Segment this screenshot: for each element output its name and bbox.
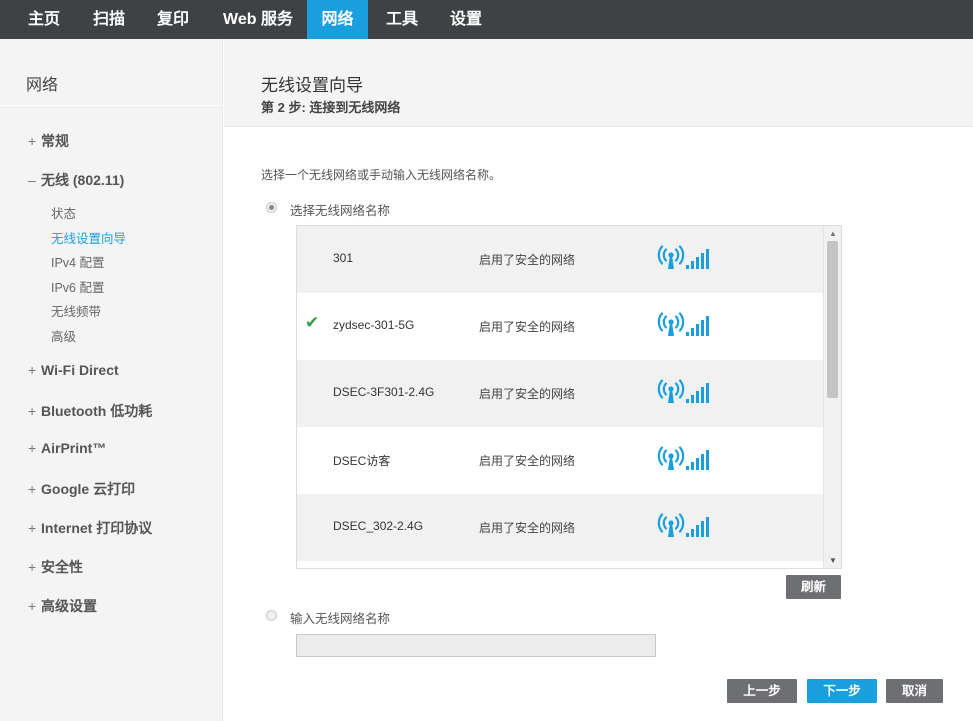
select-network-label: 选择无线网络名称	[290, 204, 391, 218]
expand-icon: +	[28, 403, 37, 419]
sidebar-item-label: Bluetooth 低功耗	[41, 403, 153, 419]
sidebar-subitem-ipv6[interactable]: IPv6 配置	[51, 277, 105, 296]
network-row[interactable]: DSEC访客 启用了安全的网络	[297, 427, 824, 494]
wifi-signal-icon	[657, 379, 709, 403]
expand-icon: +	[28, 520, 37, 536]
wifi-signal-icon	[657, 245, 709, 269]
tab-scan[interactable]: 扫描	[79, 0, 139, 39]
network-row[interactable]: DSEC-3F301-2.4G 启用了安全的网络	[297, 360, 824, 427]
wizard-header: 无线设置向导 第 2 步: 连接到无线网络	[224, 39, 973, 127]
check-icon: ✔	[305, 313, 320, 332]
expand-icon: +	[28, 598, 37, 614]
scroll-up-icon[interactable]: ▲	[829, 229, 837, 238]
sidebar-item-label: 常规	[41, 133, 69, 149]
expand-icon: +	[28, 133, 37, 149]
cancel-button[interactable]: 取消	[886, 679, 943, 703]
network-security: 启用了安全的网络	[479, 454, 576, 468]
network-name-input[interactable]	[296, 634, 656, 657]
sidebar-item-security[interactable]: + 安全性	[28, 557, 83, 577]
top-navigation-bar: 主页 扫描 复印 Web 服务 网络 工具 设置	[0, 0, 973, 39]
sidebar-item-label: 无线 (802.11)	[41, 172, 125, 188]
sidebar: 网络 + 常规 – 无线 (802.11) 状态 无线设置向导 IPv4 配置 IP…	[0, 39, 223, 721]
sidebar-subitem-wireless-band[interactable]: 无线频带	[51, 301, 101, 320]
network-security: 启用了安全的网络	[479, 521, 576, 535]
sidebar-item-wifi-direct[interactable]: + Wi-Fi Direct	[28, 362, 119, 378]
network-name: zydsec-301-5G	[333, 318, 415, 332]
network-security: 启用了安全的网络	[479, 387, 576, 401]
sidebar-divider	[0, 105, 223, 106]
sidebar-subitem-ipv4[interactable]: IPv4 配置	[51, 252, 105, 271]
sidebar-item-advanced-settings[interactable]: + 高级设置	[28, 596, 97, 616]
wizard-step-title: 第 2 步: 连接到无线网络	[261, 100, 401, 115]
sidebar-item-internet-printing[interactable]: + Internet 打印协议	[28, 518, 152, 538]
wifi-signal-icon	[657, 446, 709, 470]
network-list-scrollbar[interactable]: ▲ ▼	[823, 226, 841, 568]
refresh-button[interactable]: 刷新	[786, 575, 841, 599]
sidebar-item-label: 安全性	[41, 559, 83, 575]
tab-home[interactable]: 主页	[14, 0, 74, 39]
network-security: 启用了安全的网络	[479, 320, 576, 334]
sidebar-item-bluetooth[interactable]: + Bluetooth 低功耗	[28, 401, 152, 421]
wifi-signal-icon	[657, 312, 709, 336]
tab-network[interactable]: 网络	[307, 0, 368, 39]
sidebar-item-label: Internet 打印协议	[41, 520, 153, 536]
sidebar-item-label: Google 云打印	[41, 481, 136, 497]
sidebar-item-label: Wi-Fi Direct	[41, 362, 119, 378]
back-button[interactable]: 上一步	[727, 679, 797, 703]
tab-settings[interactable]: 设置	[436, 0, 496, 39]
network-name: 301	[333, 251, 354, 265]
expand-icon: +	[28, 559, 37, 575]
sidebar-subitem-status[interactable]: 状态	[51, 203, 76, 222]
sidebar-item-airprint[interactable]: + AirPrint™	[28, 440, 106, 456]
sidebar-item-label: AirPrint™	[41, 440, 107, 456]
sidebar-subitem-wireless-wizard[interactable]: 无线设置向导	[51, 228, 126, 247]
sidebar-subitem-advanced[interactable]: 高级	[51, 326, 76, 345]
network-row-selected[interactable]: ✔ zydsec-301-5G 启用了安全的网络	[297, 293, 824, 360]
sidebar-item-general[interactable]: + 常规	[28, 131, 69, 151]
network-name: DSEC-3F301-2.4G	[333, 385, 435, 399]
wifi-signal-icon	[657, 513, 709, 537]
manual-network-label: 输入无线网络名称	[290, 612, 391, 626]
network-name: DSEC访客	[333, 454, 391, 468]
instruction-text: 选择一个无线网络或手动输入无线网络名称。	[261, 168, 502, 182]
sidebar-item-wireless[interactable]: – 无线 (802.11)	[28, 170, 124, 190]
tab-tools[interactable]: 工具	[372, 0, 432, 39]
network-row[interactable]: DSEC_302-2.4G 启用了安全的网络	[297, 494, 824, 561]
sidebar-item-google-cloud-print[interactable]: + Google 云打印	[28, 479, 135, 499]
tab-web-services[interactable]: Web 服务	[212, 0, 304, 39]
expand-icon: +	[28, 440, 37, 456]
collapse-icon: –	[28, 172, 36, 188]
tab-copy[interactable]: 复印	[143, 0, 203, 39]
expand-icon: +	[28, 362, 37, 378]
network-security: 启用了安全的网络	[479, 253, 576, 267]
sidebar-title: 网络	[26, 77, 59, 94]
page-title: 无线设置向导	[261, 76, 363, 95]
expand-icon: +	[28, 481, 37, 497]
main-content: 无线设置向导 第 2 步: 连接到无线网络 选择一个无线网络或手动输入无线网络名…	[224, 39, 973, 721]
network-row[interactable]: 301 启用了安全的网络	[297, 226, 824, 293]
network-name: DSEC_302-2.4G	[333, 519, 424, 533]
manual-network-radio[interactable]	[266, 610, 277, 621]
scroll-down-icon[interactable]: ▼	[829, 556, 837, 565]
scrollbar-thumb[interactable]	[827, 241, 838, 398]
next-button[interactable]: 下一步	[807, 679, 877, 703]
sidebar-item-label: 高级设置	[41, 598, 97, 614]
select-network-radio[interactable]	[266, 202, 277, 213]
network-list[interactable]: 301 启用了安全的网络 ✔ zydsec-301-5G 启用了安全的网络 DS…	[296, 225, 842, 569]
